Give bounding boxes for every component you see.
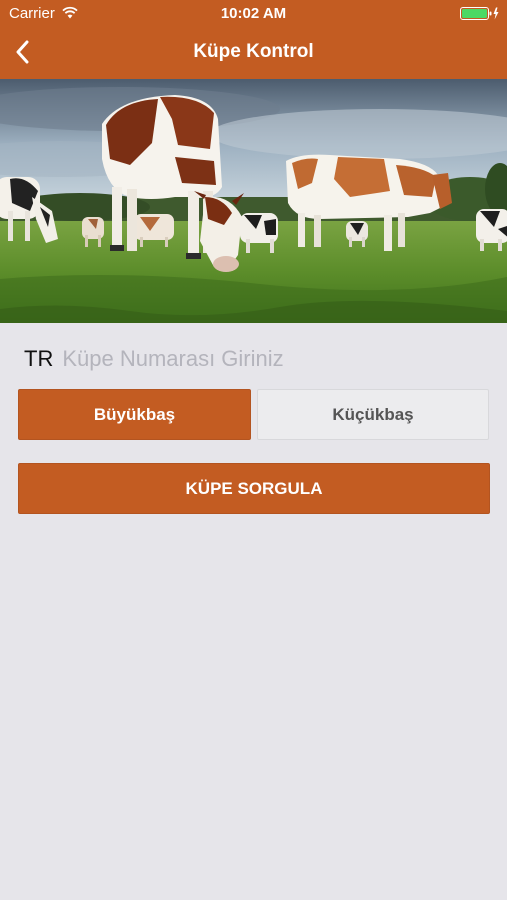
ear-tag-number-input[interactable]	[62, 342, 463, 376]
hero-illustration	[0, 79, 507, 323]
top-bar: Carrier 10:02 AM Küpe Kontrol	[0, 0, 507, 79]
country-prefix: TR	[24, 346, 54, 371]
cows-grazing-photo	[0, 79, 507, 323]
ear-tag-query-button[interactable]: KÜPE SORGULA	[18, 463, 490, 514]
segment-buyukbas[interactable]: Büyükbaş	[18, 389, 251, 440]
segment-buyukbas-label: Büyükbaş	[93, 404, 176, 424]
page-title: Küpe Kontrol	[193, 41, 314, 62]
charging-bolt-icon	[493, 7, 499, 20]
segment-kucukbas[interactable]: Küçükbaş	[257, 389, 489, 440]
ear-tag-query-button-label: KÜPE SORGULA	[185, 478, 323, 498]
segment-kucukbas-label: Küçükbaş	[332, 404, 414, 424]
battery-icon	[460, 7, 499, 20]
status-time: 10:02 AM	[220, 5, 287, 22]
navigation-bar: Küpe Kontrol	[0, 28, 507, 79]
ear-tag-input-row: TR	[24, 342, 484, 376]
status-bar: Carrier 10:02 AM	[0, 0, 507, 28]
